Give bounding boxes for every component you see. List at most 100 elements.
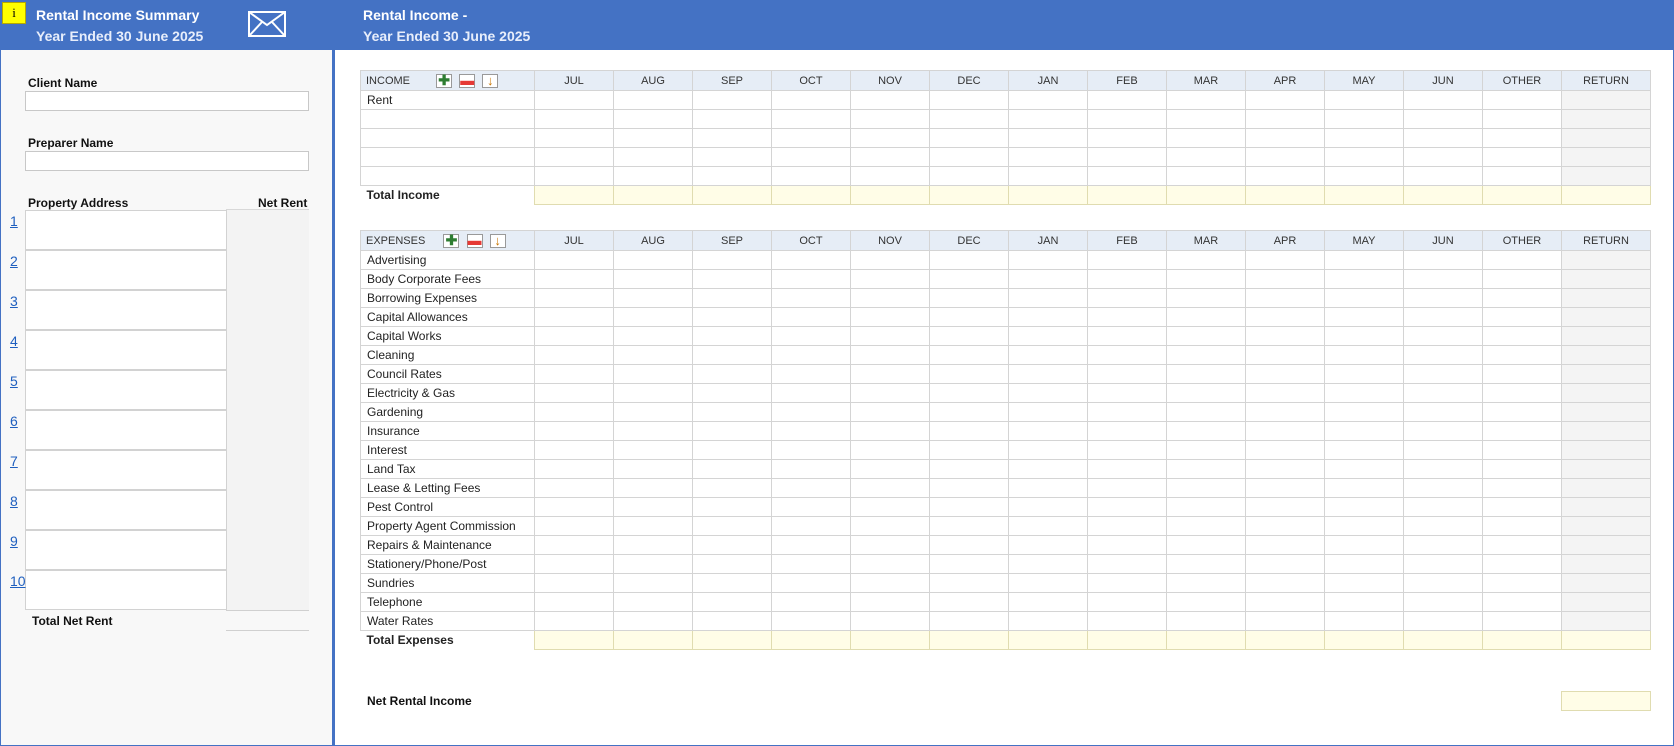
expenses-cell-sep[interactable]	[692, 307, 772, 327]
expenses-cell-aug[interactable]	[613, 250, 693, 270]
expenses-cell-jan[interactable]	[1008, 592, 1088, 612]
expenses-cell-mar[interactable]	[1166, 592, 1246, 612]
property-address-field-7[interactable]	[25, 450, 227, 490]
expenses-cell-aug[interactable]	[613, 554, 693, 574]
property-address-field-6[interactable]	[25, 410, 227, 450]
income-cell-jun[interactable]	[1403, 90, 1483, 110]
expenses-cell-mar[interactable]	[1166, 459, 1246, 479]
expenses-cell-jun[interactable]	[1403, 326, 1483, 346]
expenses-cell-jul[interactable]	[534, 269, 614, 289]
expenses-cell-oct[interactable]	[771, 535, 851, 555]
expenses-cell-dec[interactable]	[929, 421, 1009, 441]
expenses-cell-mar[interactable]	[1166, 554, 1246, 574]
expenses-cell-dec[interactable]	[929, 402, 1009, 422]
property-link-2[interactable]: 2	[10, 253, 18, 269]
expenses-cell-aug[interactable]	[613, 440, 693, 460]
expenses-cell-aug[interactable]	[613, 611, 693, 631]
expenses-cell-apr[interactable]	[1245, 250, 1325, 270]
expenses-cell-feb[interactable]	[1087, 402, 1167, 422]
expenses-cell-other[interactable]	[1482, 592, 1562, 612]
expenses-cell-nov[interactable]	[850, 326, 930, 346]
arrow-down-icon[interactable]: ↓	[489, 233, 506, 248]
expenses-cell-jul[interactable]	[534, 535, 614, 555]
expenses-cell-mar[interactable]	[1166, 440, 1246, 460]
expenses-cell-mar[interactable]	[1166, 364, 1246, 384]
income-row-label[interactable]	[360, 109, 535, 129]
expenses-cell-feb[interactable]	[1087, 364, 1167, 384]
expenses-cell-apr[interactable]	[1245, 592, 1325, 612]
expenses-cell-other[interactable]	[1482, 459, 1562, 479]
expenses-cell-sep[interactable]	[692, 497, 772, 517]
expenses-cell-apr[interactable]	[1245, 554, 1325, 574]
expenses-cell-sep[interactable]	[692, 554, 772, 574]
expenses-cell-feb[interactable]	[1087, 421, 1167, 441]
income-cell-jul[interactable]	[534, 147, 614, 167]
expenses-cell-other[interactable]	[1482, 307, 1562, 327]
expenses-cell-feb[interactable]	[1087, 516, 1167, 536]
expenses-cell-other[interactable]	[1482, 611, 1562, 631]
expenses-row-label[interactable]: Land Tax	[360, 459, 535, 479]
expenses-cell-apr[interactable]	[1245, 326, 1325, 346]
income-cell-dec[interactable]	[929, 90, 1009, 110]
expenses-cell-aug[interactable]	[613, 478, 693, 498]
expenses-cell-dec[interactable]	[929, 364, 1009, 384]
expenses-cell-may[interactable]	[1324, 307, 1404, 327]
expenses-cell-feb[interactable]	[1087, 478, 1167, 498]
income-cell-sep[interactable]	[692, 147, 772, 167]
expenses-cell-dec[interactable]	[929, 326, 1009, 346]
expenses-cell-may[interactable]	[1324, 402, 1404, 422]
expenses-cell-oct[interactable]	[771, 554, 851, 574]
property-address-field-4[interactable]	[25, 330, 227, 370]
property-address-field-2[interactable]	[25, 250, 227, 290]
expenses-cell-sep[interactable]	[692, 459, 772, 479]
expenses-cell-oct[interactable]	[771, 478, 851, 498]
expenses-cell-apr[interactable]	[1245, 459, 1325, 479]
expenses-cell-oct[interactable]	[771, 402, 851, 422]
expenses-cell-oct[interactable]	[771, 497, 851, 517]
expenses-cell-dec[interactable]	[929, 269, 1009, 289]
income-cell-jul[interactable]	[534, 166, 614, 186]
income-cell-feb[interactable]	[1087, 166, 1167, 186]
expenses-cell-nov[interactable]	[850, 497, 930, 517]
expenses-cell-dec[interactable]	[929, 516, 1009, 536]
expenses-cell-oct[interactable]	[771, 611, 851, 631]
info-icon[interactable]: i	[2, 2, 26, 24]
income-cell-nov[interactable]	[850, 109, 930, 129]
expenses-cell-jan[interactable]	[1008, 402, 1088, 422]
expenses-cell-feb[interactable]	[1087, 459, 1167, 479]
expenses-cell-feb[interactable]	[1087, 383, 1167, 403]
income-cell-aug[interactable]	[613, 90, 693, 110]
income-cell-jan[interactable]	[1008, 166, 1088, 186]
expenses-cell-mar[interactable]	[1166, 573, 1246, 593]
expenses-cell-aug[interactable]	[613, 592, 693, 612]
expenses-row-label[interactable]: Council Rates	[360, 364, 535, 384]
income-cell-dec[interactable]	[929, 128, 1009, 148]
expenses-cell-may[interactable]	[1324, 440, 1404, 460]
income-cell-jan[interactable]	[1008, 109, 1088, 129]
expenses-cell-oct[interactable]	[771, 421, 851, 441]
expenses-cell-jun[interactable]	[1403, 307, 1483, 327]
expenses-cell-jan[interactable]	[1008, 459, 1088, 479]
expenses-cell-dec[interactable]	[929, 345, 1009, 365]
expenses-cell-feb[interactable]	[1087, 250, 1167, 270]
income-cell-apr[interactable]	[1245, 166, 1325, 186]
expenses-cell-feb[interactable]	[1087, 269, 1167, 289]
expenses-cell-jul[interactable]	[534, 383, 614, 403]
expenses-cell-nov[interactable]	[850, 250, 930, 270]
expenses-cell-nov[interactable]	[850, 535, 930, 555]
expenses-cell-aug[interactable]	[613, 307, 693, 327]
expenses-cell-nov[interactable]	[850, 440, 930, 460]
expenses-cell-may[interactable]	[1324, 459, 1404, 479]
income-cell-oct[interactable]	[771, 90, 851, 110]
expenses-cell-jun[interactable]	[1403, 402, 1483, 422]
expenses-row-label[interactable]: Body Corporate Fees	[360, 269, 535, 289]
expenses-cell-sep[interactable]	[692, 440, 772, 460]
income-cell-mar[interactable]	[1166, 90, 1246, 110]
expenses-cell-apr[interactable]	[1245, 288, 1325, 308]
income-row-label[interactable]	[360, 166, 535, 186]
expenses-cell-jan[interactable]	[1008, 364, 1088, 384]
expenses-cell-mar[interactable]	[1166, 611, 1246, 631]
income-cell-nov[interactable]	[850, 166, 930, 186]
income-cell-jul[interactable]	[534, 109, 614, 129]
expenses-cell-mar[interactable]	[1166, 288, 1246, 308]
